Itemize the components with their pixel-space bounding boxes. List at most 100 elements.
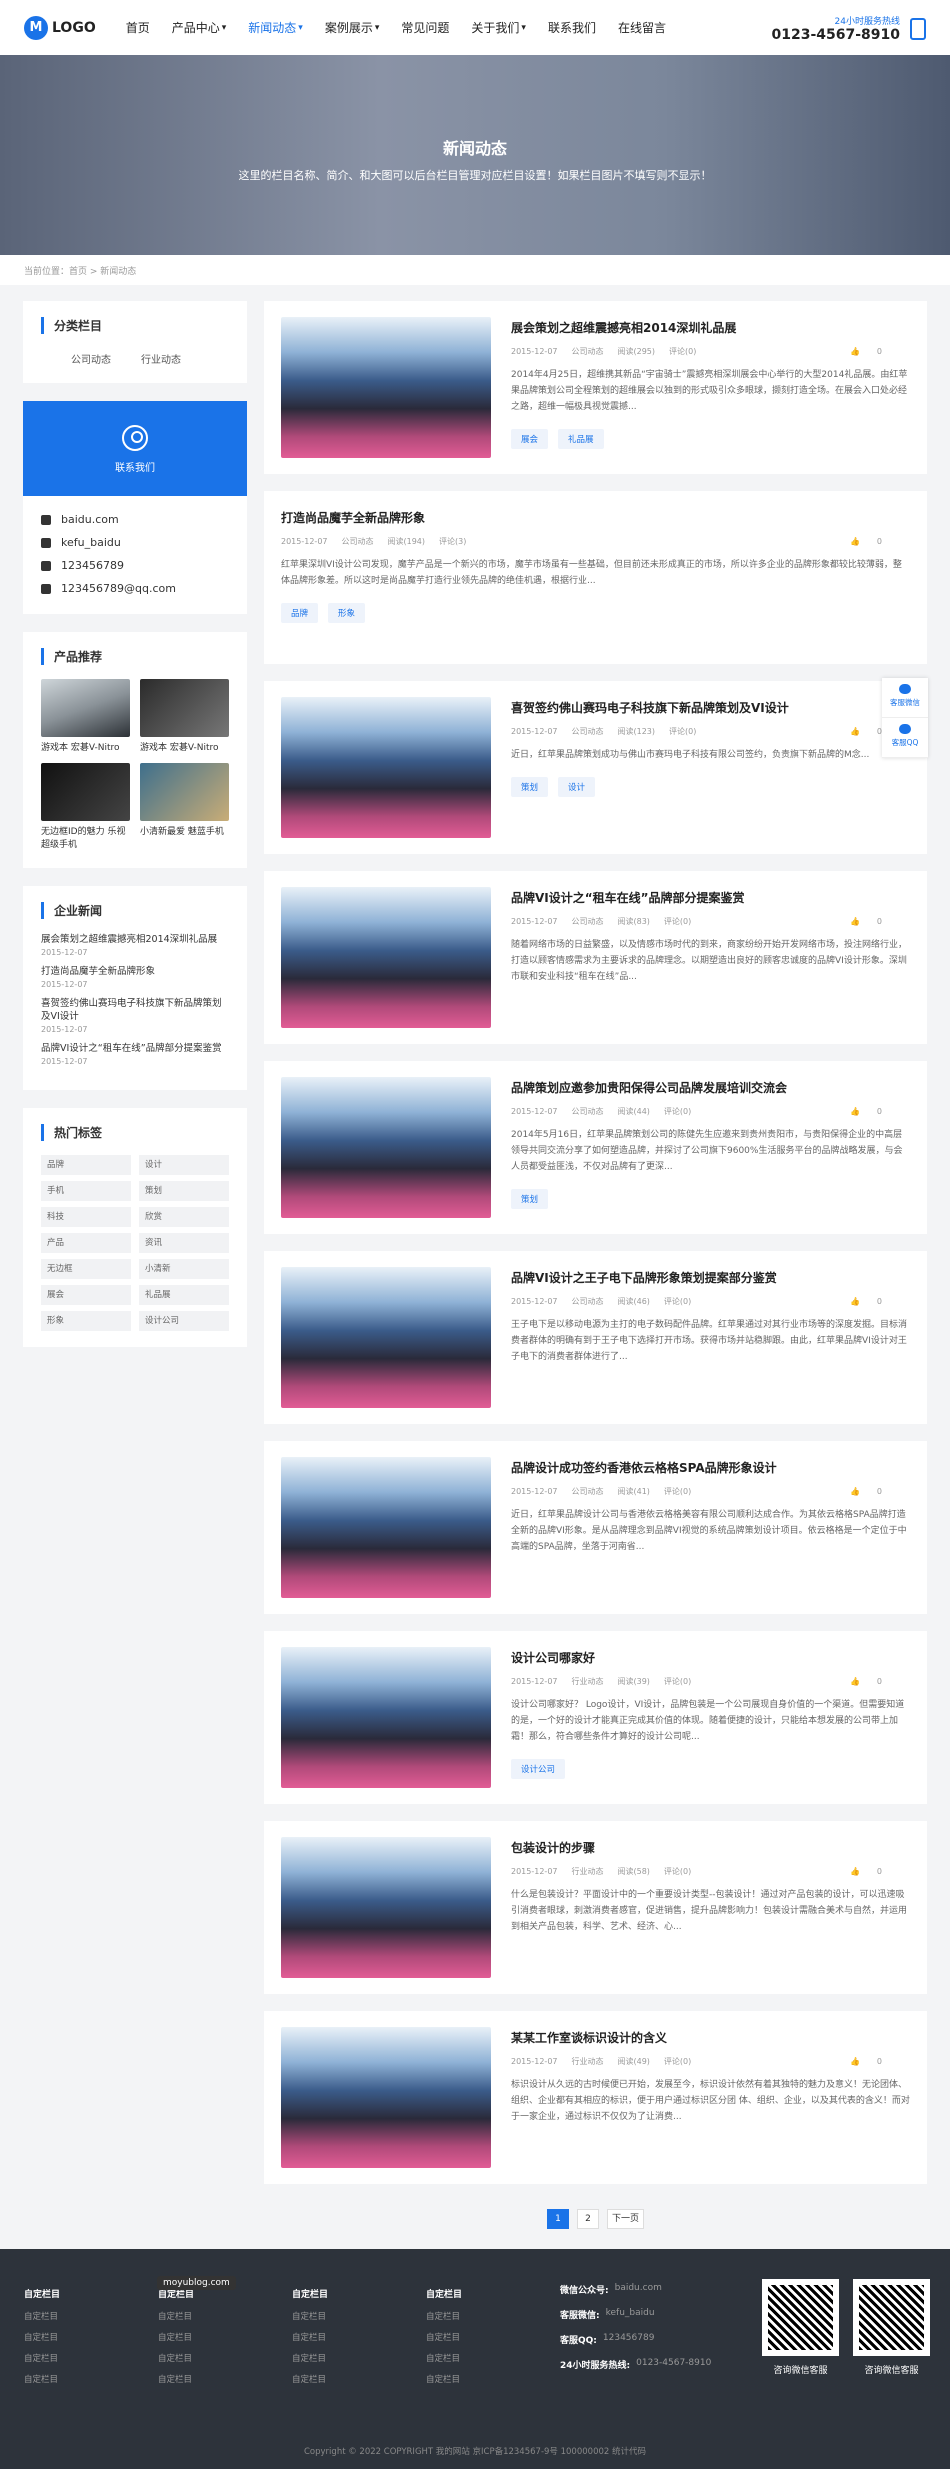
article-thumbnail[interactable] <box>281 1077 491 1218</box>
nav-item[interactable]: 首页 <box>126 19 150 36</box>
article-title[interactable]: 打造尚品魔芋全新品牌形象 <box>281 509 910 526</box>
footer-link[interactable]: 自定栏目 <box>426 2331 560 2343</box>
article-tag[interactable]: 展会 <box>511 429 549 449</box>
article-tag[interactable]: 形象 <box>328 603 366 623</box>
article-tag[interactable]: 设计公司 <box>511 1759 566 1779</box>
article-tag[interactable]: 设计 <box>558 777 596 797</box>
article-thumbnail[interactable] <box>281 697 491 838</box>
article-category: 行业动态 <box>571 2057 604 2066</box>
article-tag[interactable]: 策划 <box>511 1189 549 1209</box>
tag-link[interactable]: 策划 <box>139 1181 229 1201</box>
page-link[interactable]: 下一页 <box>606 2209 644 2229</box>
footer-link[interactable]: 自定栏目 <box>292 2352 426 2364</box>
tag-link[interactable]: 展会 <box>41 1285 131 1305</box>
hotline: 24小时服务热线 0123-4567-8910 <box>771 14 926 43</box>
footer-link[interactable]: 自定栏目 <box>24 2373 158 2385</box>
article-title[interactable]: 喜贺签约佛山赛玛电子科技旗下新品牌策划及VI设计 <box>511 699 910 716</box>
news-title: 打造尚品魔芋全新品牌形象 <box>41 966 156 977</box>
float-service-button[interactable]: 客服微信 <box>882 678 928 718</box>
nav-item[interactable]: 在线留言 <box>618 19 666 36</box>
news-item[interactable]: 品牌VI设计之“租车在线”品牌部分提案鉴赏 2015-12-07 <box>41 1042 229 1066</box>
news-item[interactable]: 展会策划之超维震撼亮相2014深圳礼品展 2015-12-07 <box>41 933 229 957</box>
footer-link[interactable]: 自定栏目 <box>158 2310 292 2322</box>
nav-item[interactable]: 新闻动态 ▾ <box>248 19 303 36</box>
news-item[interactable]: 打造尚品魔芋全新品牌形象 2015-12-07 <box>41 965 229 989</box>
article-title[interactable]: 品牌策划应邀参加贵阳保得公司品牌发展培训交流会 <box>511 1079 910 1096</box>
footer-link[interactable]: 自定栏目 <box>158 2352 292 2364</box>
product-item[interactable]: 游戏本 宏碁V-Nitro <box>41 679 130 755</box>
news-item[interactable]: 喜贺签约佛山赛玛电子科技旗下新品牌策划及VI设计 2015-12-07 <box>41 997 229 1034</box>
tag-link[interactable]: 礼品展 <box>139 1285 229 1305</box>
nav-item[interactable]: 联系我们 <box>548 19 596 36</box>
site-logo[interactable]: M LOGO <box>24 15 96 40</box>
product-item[interactable]: 小清新最爱 魅蓝手机 <box>140 763 229 852</box>
like-button[interactable]: 👍 0 <box>850 1107 896 1116</box>
article-thumbnail[interactable] <box>281 2027 491 2168</box>
like-button[interactable]: 👍 0 <box>850 2057 896 2066</box>
like-button[interactable]: 👍 0 <box>850 1677 896 1686</box>
article-thumbnail[interactable] <box>281 317 491 458</box>
nav-item[interactable]: 案例展示 ▾ <box>325 19 380 36</box>
float-service-button[interactable]: 客服QQ <box>882 718 928 758</box>
footer-link[interactable]: 自定栏目 <box>426 2310 560 2322</box>
nav-item[interactable]: 常见问题 <box>401 19 449 36</box>
article-title[interactable]: 品牌设计成功签约香港依云格格SPA品牌形象设计 <box>511 1459 910 1476</box>
article-title[interactable]: 品牌VI设计之“租车在线”品牌部分提案鉴赏 <box>511 889 910 906</box>
like-button[interactable]: 👍 0 <box>850 917 896 926</box>
product-item[interactable]: 无边框ID的魅力 乐视超级手机 <box>41 763 130 852</box>
footer-link[interactable]: 自定栏目 <box>426 2352 560 2364</box>
tag-link[interactable]: 手机 <box>41 1181 131 1201</box>
footer-link[interactable]: 自定栏目 <box>292 2373 426 2385</box>
article-title[interactable]: 品牌VI设计之王子电下品牌形象策划提案部分鉴赏 <box>511 1269 910 1286</box>
article-tag[interactable]: 品牌 <box>281 603 319 623</box>
article-title[interactable]: 展会策划之超维震撼亮相2014深圳礼品展 <box>511 319 910 336</box>
copyright: Copyright © 2022 COPYRIGHT 我的网站 京ICP备123… <box>304 2447 646 2457</box>
footer-link[interactable]: 自定栏目 <box>292 2310 426 2322</box>
tag-link[interactable]: 资讯 <box>139 1233 229 1253</box>
contact-us-button[interactable]: 联系我们 <box>23 401 247 496</box>
footer-link[interactable]: 自定栏目 <box>158 2373 292 2385</box>
footer-link[interactable]: 自定栏目 <box>426 2373 560 2385</box>
article-views: 阅读(49) <box>617 2057 650 2066</box>
tag-link[interactable]: 欣赏 <box>139 1207 229 1227</box>
footer-link[interactable]: 自定栏目 <box>24 2331 158 2343</box>
nav-item[interactable]: 产品中心 ▾ <box>172 19 227 36</box>
like-button[interactable]: 👍 0 <box>850 1297 896 1306</box>
sidebar-category-item[interactable]: 公司动态 <box>41 355 111 366</box>
article-thumbnail[interactable] <box>281 1267 491 1408</box>
footer-link[interactable]: 自定栏目 <box>24 2352 158 2364</box>
footer-link[interactable]: 自定栏目 <box>158 2331 292 2343</box>
article-thumbnail[interactable] <box>281 1647 491 1788</box>
page-link[interactable]: 2 <box>576 2209 599 2229</box>
article-title[interactable]: 某某工作室谈标识设计的含义 <box>511 2029 910 2046</box>
like-button[interactable]: 👍 0 <box>850 537 896 546</box>
like-count: 0 <box>876 1107 882 1116</box>
tag-link[interactable]: 科技 <box>41 1207 131 1227</box>
article-thumbnail[interactable] <box>281 1457 491 1598</box>
tag-link[interactable]: 形象 <box>41 1311 131 1331</box>
footer-link[interactable]: 自定栏目 <box>292 2331 426 2343</box>
tag-link[interactable]: 无边框 <box>41 1259 131 1279</box>
product-item[interactable]: 游戏本 宏碁V-Nitro <box>140 679 229 755</box>
article-thumbnail[interactable] <box>281 1837 491 1978</box>
like-button[interactable]: 👍 0 <box>850 1487 896 1496</box>
article-title[interactable]: 设计公司哪家好 <box>511 1649 910 1666</box>
contact-value: baidu.com <box>61 513 119 526</box>
article-views: 阅读(39) <box>617 1677 650 1686</box>
tag-link[interactable]: 品牌 <box>41 1155 131 1175</box>
tag-link[interactable]: 小清新 <box>139 1259 229 1279</box>
page-link[interactable]: 1 <box>546 2209 569 2229</box>
tag-link[interactable]: 设计公司 <box>139 1311 229 1331</box>
tag-link[interactable]: 产品 <box>41 1233 131 1253</box>
product-image <box>41 679 130 737</box>
like-button[interactable]: 👍 0 <box>850 347 896 356</box>
article-title[interactable]: 包装设计的步骤 <box>511 1839 910 1856</box>
tag-link[interactable]: 设计 <box>139 1155 229 1175</box>
article-tag[interactable]: 策划 <box>511 777 549 797</box>
sidebar-category-item[interactable]: 行业动态 <box>111 355 181 366</box>
footer-link[interactable]: 自定栏目 <box>24 2310 158 2322</box>
article-tag[interactable]: 礼品展 <box>558 429 604 449</box>
like-button[interactable]: 👍 0 <box>850 1867 896 1876</box>
nav-item[interactable]: 关于我们 ▾ <box>471 19 526 36</box>
article-thumbnail[interactable] <box>281 887 491 1028</box>
